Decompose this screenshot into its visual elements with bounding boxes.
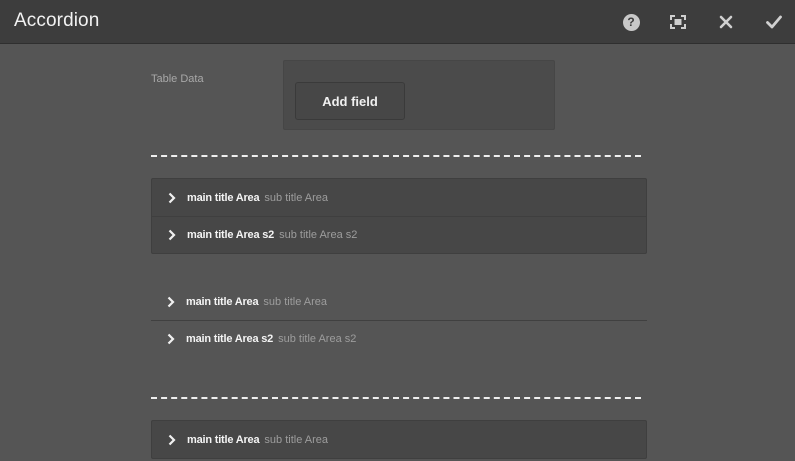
fullscreen-button[interactable] bbox=[665, 9, 691, 35]
dashed-separator bbox=[151, 155, 641, 157]
accordion-item[interactable]: main title Area sub title Area bbox=[152, 179, 646, 216]
accordion-item[interactable]: main title Area s2 sub title Area s2 bbox=[152, 216, 646, 253]
accordion-plain: main title Area sub title Area main titl… bbox=[151, 283, 647, 357]
accordion-sub-title: sub title Area s2 bbox=[279, 229, 358, 241]
accordion-main-title: main title Area bbox=[187, 191, 260, 204]
dialog-header: Accordion ? bbox=[0, 0, 795, 44]
table-data-field: Add field bbox=[283, 60, 555, 130]
accordion-item[interactable]: main title Area sub title Area bbox=[151, 283, 647, 320]
done-button[interactable] bbox=[761, 9, 787, 35]
chevron-right-icon bbox=[168, 229, 176, 241]
dashed-separator bbox=[151, 397, 641, 399]
accordion-main-title: main title Area bbox=[187, 433, 260, 446]
accordion-main-title: main title Area s2 bbox=[186, 333, 274, 345]
accordion-boxed: main title Area sub title Area bbox=[151, 420, 647, 459]
help-button[interactable]: ? bbox=[618, 9, 644, 35]
chevron-right-icon bbox=[167, 333, 175, 345]
accordion-boxed: main title Area sub title Area main titl… bbox=[151, 178, 647, 254]
accordion-item[interactable]: main title Area sub title Area bbox=[152, 421, 646, 458]
accordion-sub-title: sub title Area s2 bbox=[278, 333, 357, 345]
help-icon: ? bbox=[622, 13, 640, 31]
add-field-button[interactable]: Add field bbox=[295, 82, 405, 120]
accordion-main-title: main title Area bbox=[186, 295, 259, 308]
accordion-item[interactable]: main title Area s2 sub title Area s2 bbox=[151, 320, 647, 357]
close-button[interactable] bbox=[713, 9, 739, 35]
fullscreen-icon bbox=[670, 15, 686, 29]
checkmark-icon bbox=[766, 15, 782, 29]
chevron-right-icon bbox=[167, 296, 175, 307]
accordion-sub-title: sub title Area bbox=[264, 433, 328, 446]
accordion-sub-title: sub title Area bbox=[264, 191, 328, 204]
table-data-label: Table Data bbox=[151, 73, 204, 85]
chevron-right-icon bbox=[168, 434, 176, 445]
accordion-sub-title: sub title Area bbox=[263, 295, 327, 308]
chevron-right-icon bbox=[168, 192, 176, 203]
close-icon bbox=[719, 15, 733, 29]
dialog-title: Accordion bbox=[14, 10, 100, 31]
accordion-main-title: main title Area s2 bbox=[187, 229, 275, 241]
